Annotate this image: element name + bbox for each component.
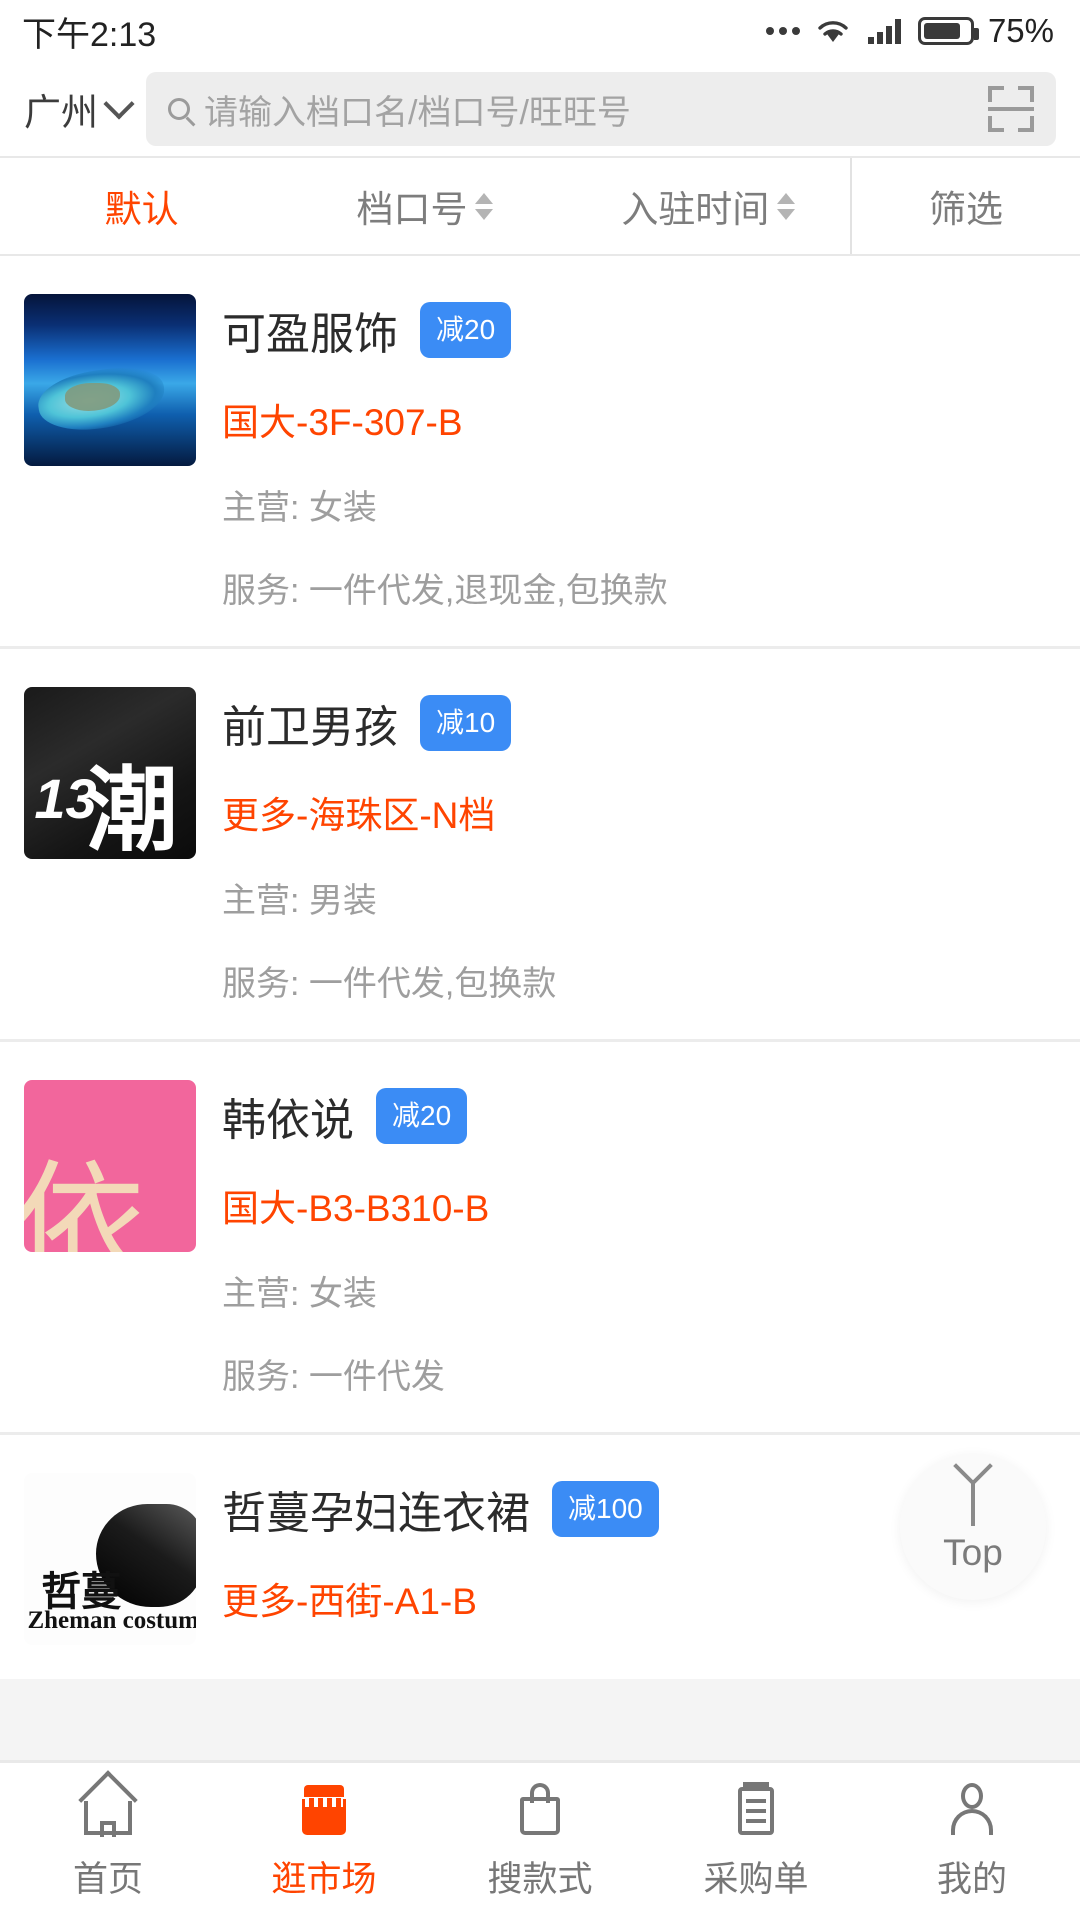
filter-tab-join-time[interactable]: 入驻时间	[567, 158, 850, 254]
tab-orders[interactable]: 采购单	[648, 1781, 864, 1902]
bag-icon	[512, 1781, 568, 1837]
tab-label: 搜款式	[487, 1860, 593, 1899]
shop-services: 服务: 一件代发,包换款	[222, 965, 557, 1003]
shop-info: 韩依说 减20 国大-B3-B310-B 主营: 女装 服务: 一件代发	[222, 1080, 1056, 1398]
search-placeholder: 请输入档口名/档口号/旺旺号	[204, 93, 631, 132]
app-screen: 下午2:13 75% 广州 请输入档口名/档口号/旺旺号 默认 档口号 入驻时间…	[0, 0, 1080, 1920]
city-label: 广州	[24, 92, 98, 133]
user-icon	[944, 1781, 1000, 1837]
list-item[interactable]: 韩依说 减20 国大-B3-B310-B 主营: 女装 服务: 一件代发	[0, 1039, 1080, 1432]
shop-services: 服务: 一件代发	[222, 1358, 445, 1396]
discount-badge: 减10	[420, 695, 512, 751]
filter-tab-stall-number[interactable]: 档口号	[283, 158, 566, 254]
discount-badge: 减20	[420, 302, 512, 358]
search-icon	[168, 98, 190, 120]
signal-icon	[867, 19, 901, 44]
tab-mine[interactable]: 我的	[864, 1781, 1080, 1902]
shop-category: 主营: 女装	[222, 1275, 377, 1313]
back-to-top-button[interactable]: Top	[900, 1454, 1046, 1600]
shop-title-row: 韩依说 减20	[222, 1084, 1056, 1148]
tab-label: 采购单	[703, 1860, 809, 1899]
search-header: 广州 请输入档口名/档口号/旺旺号	[0, 62, 1080, 156]
search-input[interactable]: 请输入档口名/档口号/旺旺号	[146, 72, 1056, 146]
shop-name: 哲蔓孕妇连衣裙	[222, 1489, 530, 1538]
status-bar: 下午2:13 75%	[0, 0, 1080, 62]
discount-badge: 减100	[552, 1481, 659, 1537]
shop-name: 韩依说	[222, 1096, 354, 1145]
tab-label: 逛市场	[271, 1860, 377, 1899]
tab-home[interactable]: 首页	[0, 1781, 216, 1902]
filter-tab-default[interactable]: 默认	[0, 158, 283, 254]
filter-label: 默认	[104, 189, 179, 230]
filter-tabs: 默认 档口号 入驻时间 筛选	[0, 156, 1080, 256]
more-dots-icon	[765, 27, 800, 35]
shop-thumbnail	[24, 294, 196, 466]
tab-market[interactable]: 逛市场	[216, 1781, 432, 1902]
shop-list: 可盈服饰 减20 国大-3F-307-B 主营: 女装 服务: 一件代发,退现金…	[0, 256, 1080, 1679]
shop-name: 前卫男孩	[222, 703, 398, 752]
list-item[interactable]: 可盈服饰 减20 国大-3F-307-B 主营: 女装 服务: 一件代发,退现金…	[0, 256, 1080, 646]
arrow-up-icon	[971, 1480, 975, 1526]
shop-thumbnail	[24, 1080, 196, 1252]
shop-thumbnail	[24, 687, 196, 859]
battery-percent: 75%	[987, 12, 1054, 49]
shop-stall: 国大-B3-B310-B	[222, 1188, 490, 1229]
discount-badge: 减20	[376, 1088, 468, 1144]
back-to-top-label: Top	[943, 1532, 1003, 1573]
home-icon	[80, 1781, 136, 1837]
shop-info: 前卫男孩 减10 更多-海珠区-N档 主营: 男装 服务: 一件代发,包换款	[222, 687, 1056, 1005]
filter-label: 筛选	[928, 189, 1003, 230]
shop-stall: 更多-海珠区-N档	[222, 795, 496, 836]
status-icons: 75%	[765, 12, 1054, 50]
shop-stall: 国大-3F-307-B	[222, 402, 463, 443]
scan-icon[interactable]	[988, 86, 1034, 132]
shop-title-row: 前卫男孩 减10	[222, 691, 1056, 755]
sort-arrows-icon	[777, 192, 796, 220]
filter-label: 档口号	[356, 189, 468, 230]
shop-category: 主营: 男装	[222, 882, 377, 920]
list-item[interactable]: 前卫男孩 减10 更多-海珠区-N档 主营: 男装 服务: 一件代发,包换款	[0, 646, 1080, 1039]
shop-icon	[296, 1781, 352, 1837]
logo-english-text: Zheman costume	[27, 1606, 196, 1634]
sort-arrows-icon	[475, 192, 494, 220]
clipboard-icon	[728, 1781, 784, 1837]
shop-name: 可盈服饰	[222, 310, 398, 359]
filter-tab-more[interactable]: 筛选	[849, 158, 1080, 254]
battery-icon	[917, 17, 979, 45]
tab-label: 我的	[936, 1860, 1007, 1899]
shop-category: 主营: 女装	[222, 489, 377, 527]
bottom-navigation: 首页 逛市场 搜款式 采购单 我的	[0, 1760, 1080, 1920]
wifi-icon	[818, 21, 848, 42]
shop-services: 服务: 一件代发,退现金,包换款	[222, 572, 668, 610]
shop-title-row: 可盈服饰 减20	[222, 298, 1056, 362]
tab-styles[interactable]: 搜款式	[432, 1781, 648, 1902]
status-time: 下午2:13	[22, 15, 157, 54]
shop-info: 可盈服饰 减20 国大-3F-307-B 主营: 女装 服务: 一件代发,退现金…	[222, 294, 1056, 612]
chevron-down-icon	[103, 88, 135, 120]
filter-label: 入驻时间	[621, 189, 770, 230]
city-selector[interactable]: 广州	[24, 82, 135, 136]
shop-thumbnail: 哲蔓 Zheman costume	[24, 1473, 196, 1645]
tab-label: 首页	[72, 1860, 143, 1899]
